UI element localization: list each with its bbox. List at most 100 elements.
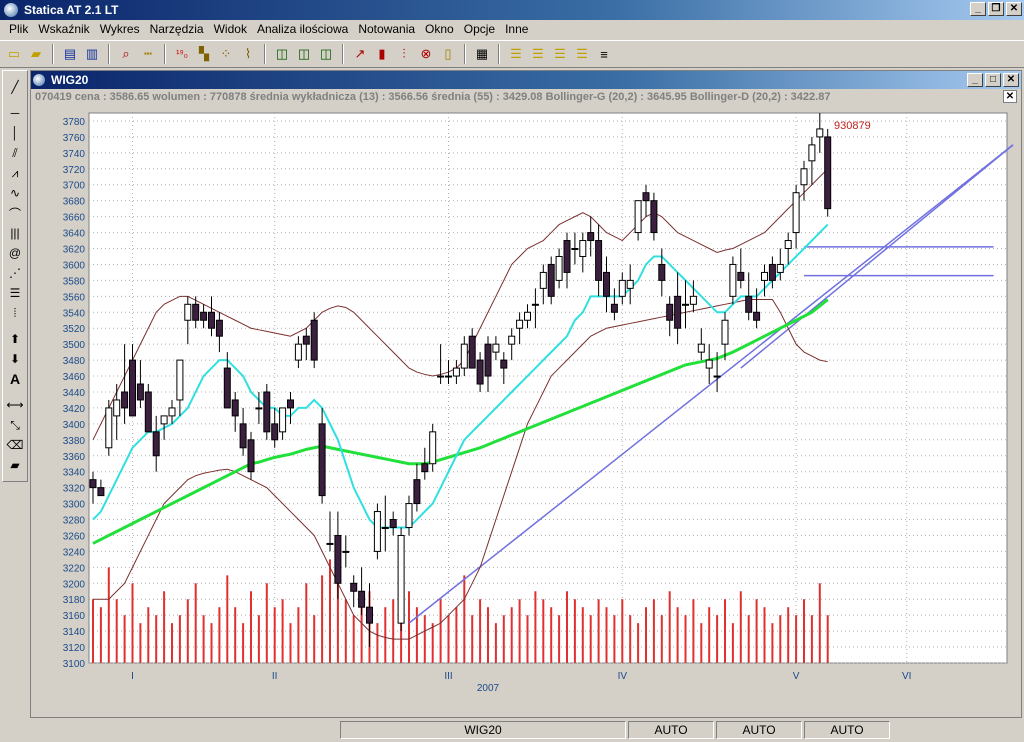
price-chart[interactable]: 3100 3120 3140 3160 3180 3200 3220 3240 3260 3280… [31,105,1021,717]
chart-window-2-icon[interactable]: ◫ [294,44,314,64]
text-tool-icon[interactable]: A [5,369,25,389]
menu-notowania[interactable]: Notowania [353,22,420,36]
fan-icon[interactable]: ⩘ [5,163,25,183]
menu-wskaznik[interactable]: Wskaźnik [33,22,94,36]
candle-body [271,423,279,441]
menu-widok[interactable]: Widok [209,22,252,36]
align-icon[interactable]: ☰ [506,44,526,64]
y-tick-label: 3440 [63,388,86,399]
menu-plik[interactable]: Plik [4,22,33,36]
align-2-icon[interactable]: ☰ [528,44,548,64]
candle-body [476,359,484,385]
curve-icon[interactable]: ∿ [5,183,25,203]
candle-body [342,550,350,553]
candle-body [626,279,634,289]
list-icon[interactable]: ≡ [594,44,614,64]
candle-body [792,192,800,234]
menu-inne[interactable]: Inne [500,22,533,36]
quote-info-bar: 070419 cena : 3586.65 wolumen : 770878 ś… [31,89,1021,105]
arrow-down-icon[interactable]: ⬇ [5,349,25,369]
time-zones-icon[interactable]: ⦙ [5,303,25,323]
eraser-all-icon[interactable]: ▰ [5,455,25,475]
candle-body [350,582,358,592]
chart-window: WIG20 _ □ ✕ 070419 cena : 3586.65 wolume… [30,70,1022,718]
scatter-icon[interactable]: ⁘ [216,44,236,64]
horizontal-arrows-icon[interactable]: ⟷ [5,395,25,415]
number-icon[interactable]: ¹⁹₀ [172,44,192,64]
candle-body [215,319,223,337]
candle-body [705,359,713,369]
close-icon[interactable]: ✕ [1006,2,1022,16]
line-chart-icon[interactable]: ⌇ [238,44,258,64]
candle-body [89,479,97,489]
chart-maximize-icon[interactable]: □ [985,73,1001,87]
y-tick-label: 3400 [63,420,86,431]
spiral-icon[interactable]: @ [5,243,25,263]
new-file-icon[interactable]: ▭ [4,44,24,64]
info-close-icon[interactable]: ✕ [1003,90,1017,103]
menu-bar: Plik Wskaźnik Wykres Narzędzia Widok Ana… [0,20,1024,38]
layout-icon[interactable]: ▤ [60,44,80,64]
candle-body [429,431,437,465]
candle-body [389,519,397,528]
align-4-icon[interactable]: ☰ [572,44,592,64]
gann-fan-icon[interactable]: ⋰ [5,263,25,283]
menu-narzedzia[interactable]: Narzędzia [145,22,209,36]
candle-body [674,295,682,329]
chart-window-3-icon[interactable]: ◫ [316,44,336,64]
menu-opcje[interactable]: Opcje [459,22,500,36]
fibonacci-icon[interactable]: ☰ [5,283,25,303]
candle-body [247,439,255,473]
bars-icon[interactable]: ▚ [194,44,214,64]
y-tick-label: 3600 [63,260,86,271]
ohlc-icon[interactable]: ⫶ [394,44,414,64]
arc-icon[interactable]: ⌒ [5,203,25,223]
y-tick-label: 3660 [63,213,86,224]
minimize-icon[interactable]: _ [970,2,986,16]
candle-body [547,263,555,297]
calculator-icon[interactable]: ▦ [472,44,492,64]
line-tool-icon[interactable]: ╱ [5,77,25,97]
menu-okno[interactable]: Okno [420,22,459,36]
candle-body [555,255,563,281]
candle-body [192,303,200,321]
channel-icon[interactable]: ⫽ [5,143,25,163]
y-tick-label: 3780 [63,117,86,128]
ruler-icon[interactable]: ┅ [138,44,158,64]
cross-arrows-icon[interactable]: ⤡ [5,415,25,435]
candle-body [713,375,721,378]
candle-body [729,263,737,297]
candle-body [397,534,405,624]
candle-body [484,343,492,377]
candle-body [776,263,784,273]
arrow-up-icon[interactable]: ⬆ [5,329,25,349]
restore-icon[interactable]: ❐ [988,2,1004,16]
menu-analiza[interactable]: Analiza ilościowa [252,22,353,36]
open-folder-icon[interactable]: ▰ [26,44,46,64]
y-tick-label: 3120 [63,643,86,654]
eraser-icon[interactable]: ⌫ [5,435,25,455]
zoom-icon[interactable]: ⌕ [116,44,136,64]
candle-body [121,391,129,409]
y-tick-label: 3320 [63,484,86,495]
candle-icon[interactable]: ▯ [438,44,458,64]
menu-wykres[interactable]: Wykres [95,22,145,36]
chart-minimize-icon[interactable]: _ [967,73,983,87]
chart-close-icon[interactable]: ✕ [1003,73,1019,87]
toolbar-separator [342,44,344,64]
chart-window-logo-icon [33,74,45,86]
layout-split-icon[interactable]: ▥ [82,44,102,64]
candle-body [492,343,500,353]
line-icon[interactable]: ↗ [350,44,370,64]
toolbar-separator [498,44,500,64]
bar-icon[interactable]: ▮ [372,44,392,64]
candle-body [200,311,208,321]
vertical-line-icon[interactable]: │ [5,123,25,143]
chart-window-icon[interactable]: ◫ [272,44,292,64]
cycle-lines-icon[interactable]: ||| [5,223,25,243]
horizontal-line-icon[interactable]: ─ [5,103,25,123]
candle-body [168,407,176,417]
stop-icon[interactable]: ⊗ [416,44,436,64]
candle-body [610,303,618,313]
align-3-icon[interactable]: ☰ [550,44,570,64]
